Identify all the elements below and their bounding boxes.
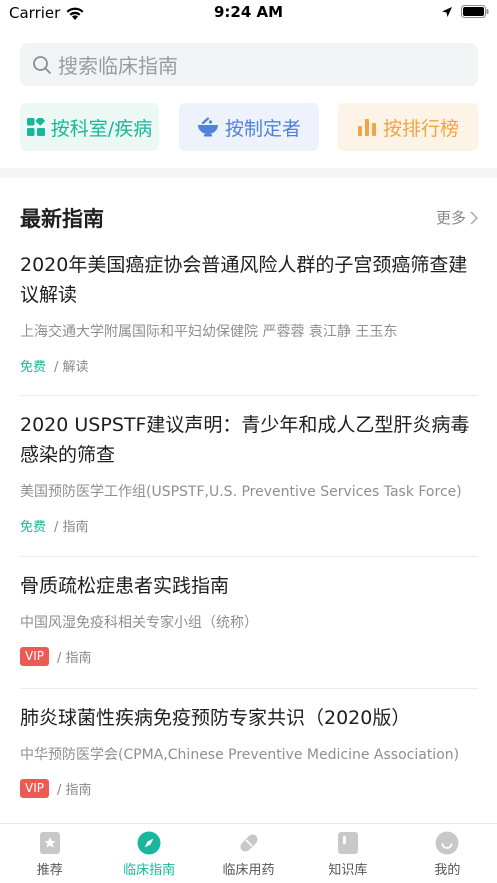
tab-label: 临床用药 (222, 863, 275, 878)
pill-icon (239, 834, 258, 852)
user-icon (435, 831, 459, 855)
filter-by-ranking-button[interactable]: 按排行榜 (338, 103, 478, 151)
more-link[interactable]: 更多 (436, 207, 478, 228)
vip-badge: VIP (20, 647, 49, 666)
tab-label: 推荐 (36, 863, 63, 878)
guide-item[interactable]: 骨质疏松症患者实践指南 中国风湿免疫科相关专家小组（统称） VIP / 指南 (20, 571, 478, 689)
tab-clinical-guides[interactable]: 临床指南 (99, 824, 198, 883)
guide-meta: VIP / 指南 (20, 647, 478, 666)
filter-by-maker-label: 按制定者 (224, 117, 301, 140)
guide-item[interactable]: 肺炎球菌性疾病免疫预防专家共识（2020版） 中华预防医学会(CPMA,Chin… (20, 703, 478, 813)
guide-item[interactable]: 2020年美国癌症协会普通风险人群的子宫颈癌筛查建议解读 上海交通大学附属国际和… (20, 250, 478, 396)
guide-title: 肺炎球菌性疾病免疫预防专家共识（2020版） (20, 707, 411, 729)
guide-title: 2020年美国癌症协会普通风险人群的子宫颈癌筛查建议解读 (20, 254, 468, 306)
tab-label: 我的 (434, 863, 461, 878)
search-bar[interactable]: 搜索临床指南 (20, 43, 478, 86)
section-title: 最新指南 (20, 207, 104, 231)
tab-label: 知识库 (328, 863, 368, 878)
bar-chart-icon (357, 119, 376, 136)
guide-meta: VIP / 指南 (20, 779, 478, 798)
filter-by-department-label: 按科室/疾病 (50, 117, 153, 140)
guide-type: / 指南 (56, 783, 92, 798)
guide-item[interactable]: 2020 USPSTF建议声明：青少年和成人乙型肝炎病毒感染的筛查 美国预防医学… (20, 410, 478, 557)
guide-author: 中国风湿免疫科相关专家小组（统称） (20, 615, 258, 631)
guide-author: 美国预防医学工作组(USPSTF,U.S. Preventive Service… (20, 484, 462, 500)
chevron-right-icon (470, 210, 478, 225)
free-badge: 免费 (20, 520, 47, 535)
tab-clinical-drugs[interactable]: 临床用药 (199, 824, 298, 883)
free-badge: 免费 (20, 360, 47, 375)
filter-by-ranking-label: 按排行榜 (382, 117, 459, 140)
guide-author: 中华预防医学会(CPMA,Chinese Preventive Medicine… (20, 747, 460, 763)
latest-guides-header: 最新指南 更多 (20, 203, 478, 233)
location-arrow-icon (442, 6, 452, 17)
search-placeholder: 搜索临床指南 (58, 54, 178, 78)
section-divider (0, 168, 497, 178)
more-label: 更多 (435, 209, 466, 227)
guide-title: 2020 USPSTF建议声明：青少年和成人乙型肝炎病毒感染的筛查 (20, 414, 470, 466)
clock: 9:24 AM (213, 3, 284, 21)
guide-meta: 免费 / 指南 (20, 516, 478, 535)
tab-recommend[interactable]: 推荐 (0, 824, 99, 883)
star-card-icon (39, 832, 60, 854)
status-icons (441, 5, 489, 18)
guide-meta: 免费 / 解读 (20, 356, 478, 375)
battery-icon (461, 5, 489, 18)
tab-label: 临床指南 (123, 863, 176, 878)
guide-type: / 指南 (56, 651, 92, 666)
guide-title: 骨质疏松症患者实践指南 (20, 575, 230, 597)
guide-author: 上海交通大学附属国际和平妇幼保健院 严蓉蓉 袁江静 王玉东 (20, 324, 398, 340)
guide-type: / 指南 (54, 520, 89, 535)
vip-badge: VIP (20, 779, 49, 798)
bowl-icon (197, 117, 218, 137)
search-icon (33, 55, 51, 74)
tab-mine[interactable]: 我的 (398, 824, 497, 883)
status-bar: Carrier 9:24 AM (0, 0, 497, 26)
bottom-tab-bar: 推荐 临床指南 临床用药 知识库 我的 (0, 823, 497, 883)
compass-icon (137, 831, 161, 855)
grid-icon (26, 118, 45, 136)
tab-knowledge-base[interactable]: 知识库 (298, 824, 397, 883)
filter-by-maker-button[interactable]: 按制定者 (179, 103, 319, 151)
book-icon (337, 832, 358, 854)
guide-type: / 解读 (54, 360, 89, 375)
filter-by-department-button[interactable]: 按科室/疾病 (20, 103, 159, 151)
